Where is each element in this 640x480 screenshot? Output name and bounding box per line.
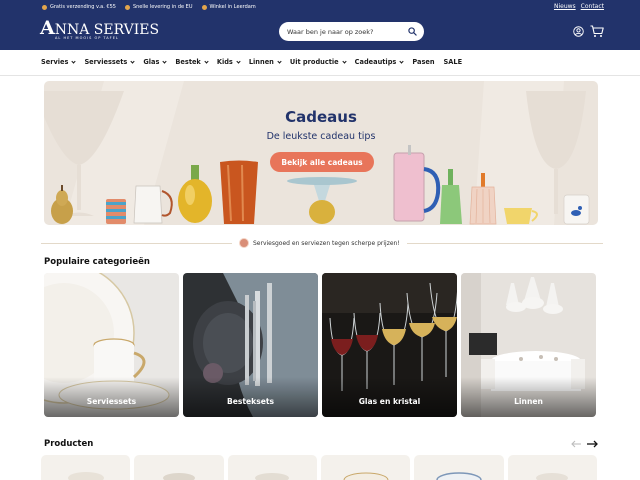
product-image	[343, 472, 389, 480]
nav-item-uit-productie[interactable]: Uit productie	[290, 58, 347, 66]
nav-item-cadeautips[interactable]: Cadeautips	[355, 58, 404, 66]
categories-title: Populaire categorieën	[44, 257, 150, 267]
gifts-cta-button[interactable]: Bekijk alle cadeaus	[270, 152, 374, 172]
product-image	[255, 473, 290, 480]
nav-item-pasen[interactable]: Pasen	[412, 58, 434, 66]
search-icon[interactable]	[408, 27, 417, 36]
hero-banner: Cadeaus De leukste cadeau tips Bekijk al…	[44, 81, 598, 225]
usp-item: Winkel in Leerdam	[201, 4, 256, 10]
chevron-down-icon	[236, 58, 241, 64]
category-card-linnen[interactable]: Linnen	[461, 273, 596, 417]
yellow-vase	[178, 165, 212, 223]
chevron-down-icon	[71, 58, 77, 64]
cake-stand	[287, 177, 357, 224]
green-bottle	[440, 169, 462, 224]
product-card[interactable]	[507, 455, 597, 480]
coin-icon	[42, 4, 47, 10]
news-link[interactable]: Nieuws	[554, 3, 576, 10]
products-title: Producten	[44, 439, 94, 449]
striped-tumbler	[106, 199, 126, 224]
chevron-down-icon	[204, 58, 209, 64]
promo-text: Serviesgoed en serviezen tegen scherpe p…	[253, 239, 400, 247]
category-label: Serviessets	[86, 397, 137, 406]
arrow-right-icon[interactable]	[587, 440, 598, 448]
chevron-down-icon	[162, 58, 168, 64]
nav-item-linnen[interactable]: Linnen	[249, 58, 282, 66]
category-label: Glas en kristal	[358, 397, 421, 406]
white-pitcher	[133, 185, 173, 224]
search-bar	[279, 22, 424, 41]
product-card[interactable]	[320, 455, 411, 480]
product-card[interactable]	[41, 455, 131, 480]
product-carousel	[41, 455, 597, 480]
category-label: Besteksets	[226, 397, 275, 406]
product-image	[162, 473, 195, 480]
promo-banner: Serviesgoed en serviezen tegen scherpe p…	[232, 236, 407, 250]
nav-item-kids[interactable]: Kids	[217, 58, 241, 66]
product-card[interactable]	[414, 455, 504, 480]
avatar	[239, 238, 249, 248]
french-press	[393, 145, 441, 222]
user-icon[interactable]	[573, 26, 584, 37]
chevron-down-icon	[399, 58, 404, 64]
usp-item: Snelle levering in de EU	[124, 4, 193, 10]
usp-list: Gratis verzending v.a. €55 Snelle leveri…	[42, 3, 256, 11]
amber-vase	[220, 160, 258, 224]
nav-item-serviessets[interactable]: Serviessets	[84, 58, 135, 66]
pear-figurine	[51, 185, 73, 224]
usp-label: Snelle levering in de EU	[132, 4, 193, 10]
usp-label: Gratis verzending v.a. €55	[50, 4, 116, 10]
arrow-left-icon[interactable]	[571, 440, 581, 448]
logo-wordmark: ANNA SERVIES	[40, 17, 160, 39]
chevron-down-icon	[277, 58, 282, 64]
nav-item-bestek[interactable]: Bestek	[175, 58, 209, 66]
nav-item-sale[interactable]: SALE	[444, 58, 463, 66]
category-label: Linnen	[514, 397, 543, 406]
product-card[interactable]	[134, 455, 224, 480]
category-card-serviessets[interactable]: Serviessets	[44, 273, 179, 417]
coin-icon	[201, 4, 207, 10]
top-header: Gratis verzending v.a. €55 Snelle leveri…	[0, 0, 640, 50]
category-grid: Serviessets Besteksets Glas en kristal L…	[44, 273, 598, 417]
main-nav: Servies Serviessets Glas Bestek Kids Lin…	[0, 50, 640, 76]
cart-icon[interactable]	[590, 25, 604, 38]
product-image	[536, 473, 569, 480]
nav-item-servies[interactable]: Servies	[41, 58, 77, 66]
coin-icon	[124, 4, 130, 10]
search-input[interactable]	[287, 26, 402, 37]
category-card-besteksets[interactable]: Besteksets	[183, 273, 318, 417]
contact-link[interactable]: Contact	[581, 3, 604, 10]
product-image	[436, 472, 482, 480]
hero-subtitle: De leukste cadeau tips	[266, 131, 376, 142]
hero-title: Cadeaus	[285, 108, 357, 126]
usp-item: Gratis verzending v.a. €55	[42, 4, 116, 10]
top-links: Nieuws Contact	[554, 3, 604, 10]
logo[interactable]: ANNA SERVIES AL HET MOOIS OP TAFEL	[40, 17, 160, 41]
bird-tumbler	[563, 194, 590, 225]
chevron-down-icon	[342, 58, 347, 64]
product-image	[67, 472, 104, 480]
chevron-down-icon	[130, 58, 135, 64]
product-card[interactable]	[227, 455, 317, 480]
nav-item-glas[interactable]: Glas	[143, 58, 168, 66]
usp-label: Winkel in Leerdam	[209, 4, 256, 10]
category-card-glas-en-kristal[interactable]: Glas en kristal	[322, 273, 457, 417]
